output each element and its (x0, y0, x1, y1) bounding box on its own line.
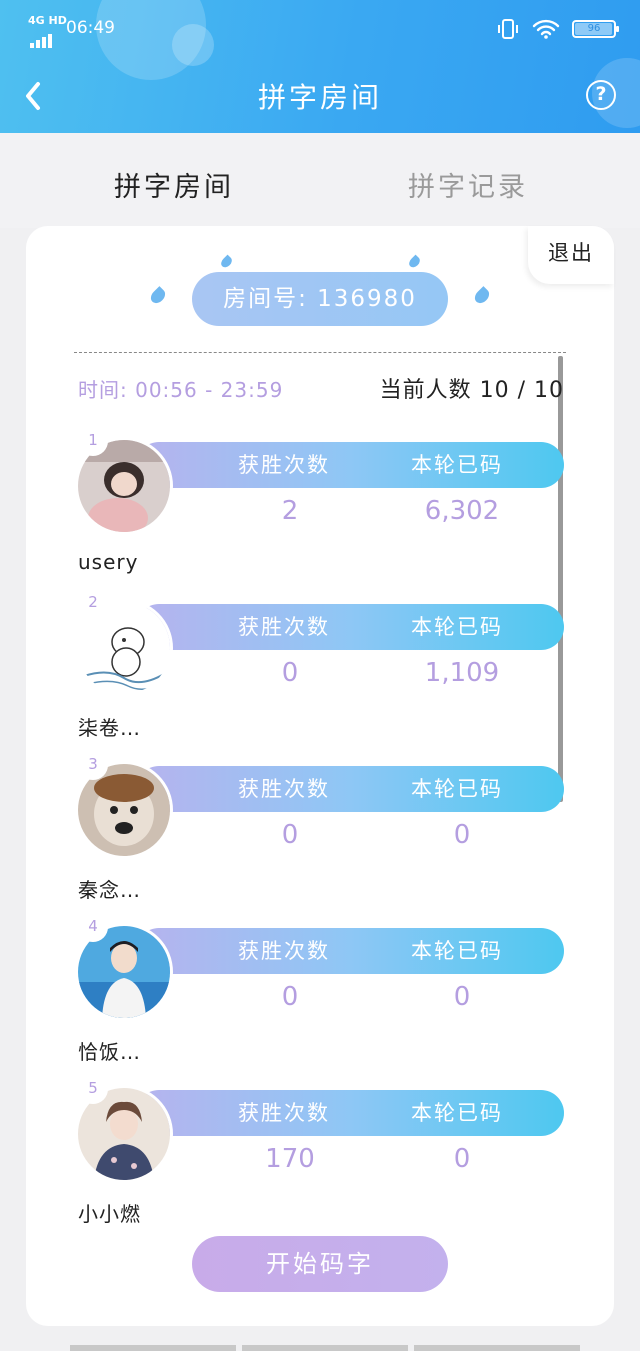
tab-records[interactable]: 拼字记录 (408, 165, 528, 204)
stats-header-bar: 获胜次数 本轮已码 (136, 1090, 564, 1136)
status-bar: 4G HD 06:49 96 (28, 14, 619, 48)
droplet-icon (472, 286, 492, 306)
rank-badge: 2 (78, 588, 108, 618)
vibrate-icon (498, 19, 518, 39)
droplet-icon (148, 286, 168, 306)
stats-header-bar: 获胜次数 本轮已码 (136, 928, 564, 974)
room-card: 退出 房间号: 136980 时间: 00:56 - 23:59 当前人数 10… (26, 226, 614, 1326)
win-count-value: 170 (265, 1144, 315, 1174)
divider (74, 352, 566, 353)
win-count-label: 获胜次数 (238, 777, 330, 801)
typed-count-label: 本轮已码 (411, 1101, 503, 1125)
battery-level: 96 (587, 23, 601, 34)
player-row[interactable]: 5 获胜次数 本轮已码 170 0 小小燃 (76, 1074, 566, 1226)
win-count-label: 获胜次数 (238, 615, 330, 639)
network-label: 4G HD (28, 14, 67, 27)
room-time: 时间: 00:56 - 23:59 (78, 378, 284, 402)
rank-badge: 3 (78, 750, 108, 780)
win-count-label: 获胜次数 (238, 453, 330, 477)
tab-room[interactable]: 拼字房间 (114, 165, 234, 204)
status-time: 06:49 (66, 18, 115, 38)
start-typing-button[interactable]: 开始码字 (192, 1236, 448, 1292)
win-count-value: 2 (281, 496, 299, 526)
player-row[interactable]: 1 获胜次数 本轮已码 2 6,302 usery (76, 426, 566, 576)
stats-header-bar: 获胜次数 本轮已码 (136, 442, 564, 488)
player-name: 柒卷… (78, 716, 141, 740)
win-count-label: 获胜次数 (238, 939, 330, 963)
player-row[interactable]: 4 获胜次数 本轮已码 0 0 恰饭… (76, 912, 566, 1064)
player-name: 恰饭… (78, 1040, 141, 1064)
rank-badge: 4 (78, 912, 108, 942)
tab-bar: 拼字房间 拼字记录 (0, 133, 640, 228)
player-row[interactable]: 3 获胜次数 本轮已码 0 0 秦念… (76, 750, 566, 902)
help-button[interactable]: ? (586, 80, 616, 110)
player-row[interactable]: 2 获胜次数 本轮已码 0 1,109 柒卷… (76, 588, 566, 740)
stats-header-bar: 获胜次数 本轮已码 (136, 766, 564, 812)
player-name: 小小燃 (78, 1202, 141, 1226)
stats-header-bar: 获胜次数 本轮已码 (136, 604, 564, 650)
player-name: usery (78, 550, 139, 574)
battery-icon: 96 (572, 20, 619, 38)
typed-count-value: 0 (453, 820, 471, 850)
win-count-label: 获胜次数 (238, 1101, 330, 1125)
rank-badge: 1 (78, 426, 108, 456)
typed-count-label: 本轮已码 (411, 615, 503, 639)
win-count-value: 0 (281, 658, 299, 688)
page-title: 拼字房间 (257, 81, 382, 114)
typed-count-value: 0 (453, 982, 471, 1012)
typed-count-label: 本轮已码 (411, 777, 503, 801)
exit-button[interactable]: 退出 (528, 226, 614, 284)
droplet-icon (219, 254, 234, 270)
typed-count-value: 1,109 (424, 658, 500, 688)
win-count-value: 0 (281, 820, 299, 850)
typed-count-label: 本轮已码 (411, 453, 503, 477)
droplet-icon (407, 254, 422, 270)
typed-count-value: 6,302 (424, 496, 500, 526)
player-name: 秦念… (78, 878, 141, 902)
room-number-badge: 房间号: 136980 (192, 272, 448, 326)
wifi-icon (532, 19, 560, 39)
typed-count-label: 本轮已码 (411, 939, 503, 963)
question-icon: ? (595, 83, 607, 105)
player-count: 当前人数 10 / 10 (379, 378, 564, 403)
win-count-value: 0 (281, 982, 299, 1012)
bottom-nav-edge (70, 1345, 580, 1351)
signal-icon (30, 28, 54, 48)
typed-count-value: 0 (453, 1144, 471, 1174)
rank-badge: 5 (78, 1074, 108, 1104)
app-header: 4G HD 06:49 96 拼字房间 ? (0, 0, 640, 133)
